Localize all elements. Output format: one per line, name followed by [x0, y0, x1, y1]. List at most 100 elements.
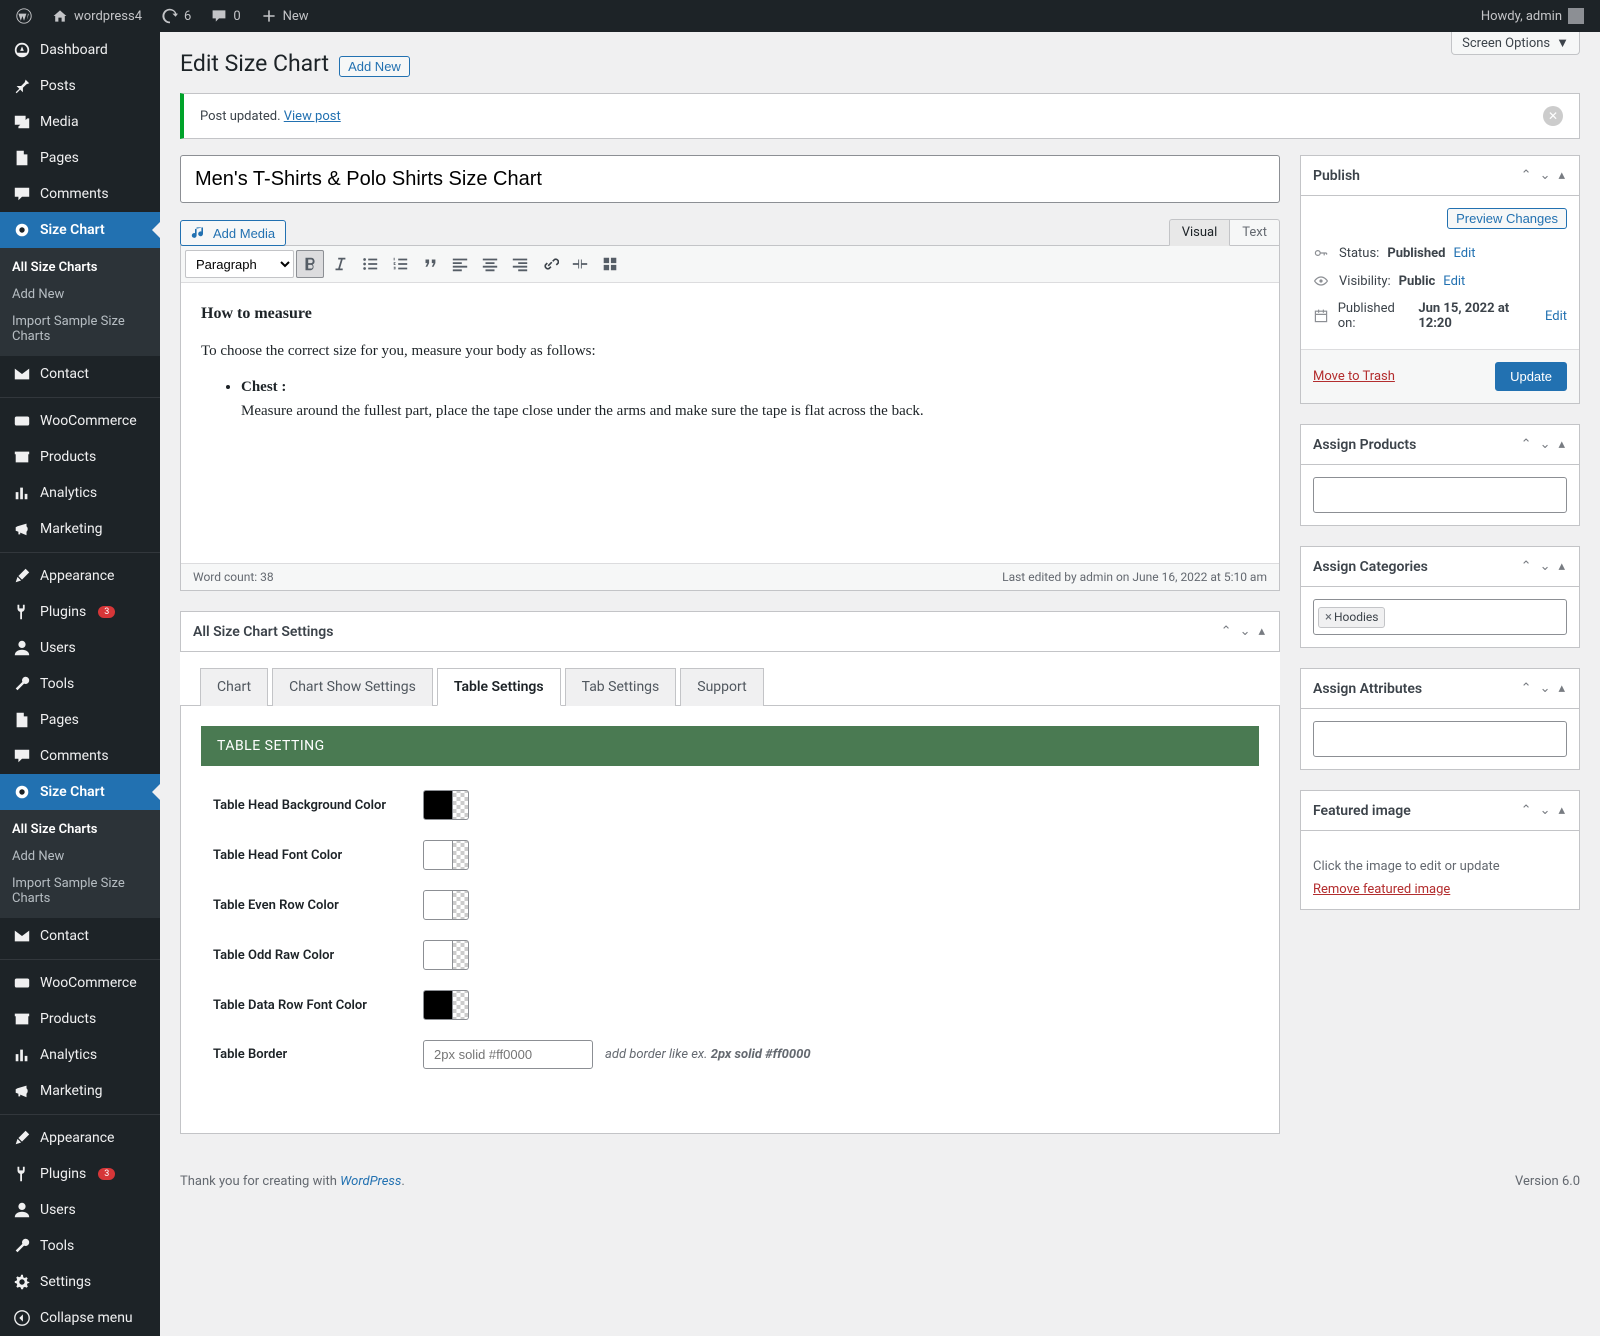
featured-image-thumbnail[interactable] [1313, 843, 1567, 851]
chevron-up-icon[interactable]: ⌃ [1519, 679, 1534, 698]
remove-token-button[interactable]: × [1325, 610, 1332, 625]
chevron-down-icon[interactable]: ⌄ [1538, 166, 1553, 185]
screen-options-toggle[interactable]: Screen Options ▼ [1451, 32, 1580, 55]
sidebar-item-plugins[interactable]: Plugins3 [0, 594, 160, 630]
tab-visual[interactable]: Visual [1169, 219, 1231, 246]
categories-input[interactable]: ×Hoodies [1313, 599, 1567, 635]
sidebar-item-analytics[interactable]: Analytics [0, 1037, 160, 1073]
sidebar-item-comments[interactable]: Comments [0, 176, 160, 212]
bulleted-list-button[interactable] [356, 250, 384, 278]
caret-up-icon[interactable]: ▴ [1256, 622, 1267, 641]
sidebar-item-plugins[interactable]: Plugins3 [0, 1156, 160, 1192]
bold-button[interactable] [296, 250, 324, 278]
tab-support[interactable]: Support [680, 668, 763, 706]
add-media-button[interactable]: Add Media [180, 220, 286, 246]
chevron-down-icon[interactable]: ⌄ [1538, 557, 1553, 576]
sidebar-item-products[interactable]: Products [0, 1001, 160, 1037]
caret-up-icon[interactable]: ▴ [1556, 679, 1567, 698]
sidebar-item-pages[interactable]: Pages [0, 140, 160, 176]
chevron-down-icon[interactable]: ⌄ [1538, 435, 1553, 454]
link-button[interactable] [536, 250, 564, 278]
products-input[interactable] [1313, 477, 1567, 513]
submenu-item-all-size-charts[interactable]: All Size Charts [0, 816, 160, 843]
sidebar-item-size-chart[interactable]: Size Chart [0, 212, 160, 248]
updates[interactable]: 6 [154, 0, 199, 32]
sidebar-item-analytics[interactable]: Analytics [0, 475, 160, 511]
site-name[interactable]: wordpress4 [44, 0, 150, 32]
submenu-item-import-sample-size-charts[interactable]: Import Sample Size Charts [0, 308, 160, 350]
caret-up-icon[interactable]: ▴ [1556, 435, 1567, 454]
color-picker[interactable] [423, 840, 469, 870]
numbered-list-button[interactable] [386, 250, 414, 278]
sidebar-item-pages[interactable]: Pages [0, 702, 160, 738]
edit-date-link[interactable]: Edit [1545, 309, 1567, 324]
sidebar-item-comments[interactable]: Comments [0, 738, 160, 774]
new-content[interactable]: New [253, 0, 317, 32]
edit-visibility-link[interactable]: Edit [1443, 274, 1465, 289]
sidebar-item-appearance[interactable]: Appearance [0, 1120, 160, 1156]
color-picker[interactable] [423, 890, 469, 920]
tab-tab-settings[interactable]: Tab Settings [565, 668, 677, 706]
submenu-item-add-new[interactable]: Add New [0, 281, 160, 308]
add-new-button[interactable]: Add New [339, 56, 410, 77]
chevron-up-icon[interactable]: ⌃ [1519, 435, 1534, 454]
align-left-button[interactable] [446, 250, 474, 278]
move-to-trash-link[interactable]: Move to Trash [1313, 369, 1395, 384]
sidebar-item-tools[interactable]: Tools [0, 1228, 160, 1264]
caret-up-icon[interactable]: ▴ [1556, 557, 1567, 576]
sidebar-item-appearance[interactable]: Appearance [0, 558, 160, 594]
sidebar-item-posts[interactable]: Posts [0, 68, 160, 104]
sidebar-item-collapse-menu[interactable]: Collapse menu [0, 1300, 160, 1336]
italic-button[interactable] [326, 250, 354, 278]
sidebar-item-settings[interactable]: Settings [0, 1264, 160, 1300]
account[interactable]: Howdy, admin [1473, 0, 1592, 32]
border-input[interactable] [423, 1040, 593, 1069]
edit-status-link[interactable]: Edit [1453, 246, 1475, 261]
chevron-up-icon[interactable]: ⌃ [1519, 801, 1534, 820]
update-button[interactable]: Update [1495, 362, 1567, 391]
sidebar-item-users[interactable]: Users [0, 1192, 160, 1228]
sidebar-item-media[interactable]: Media [0, 104, 160, 140]
sidebar-item-dashboard[interactable]: Dashboard [0, 32, 160, 68]
sidebar-item-woocommerce[interactable]: WooCommerce [0, 965, 160, 1001]
dismiss-notice-button[interactable]: ✕ [1543, 106, 1563, 126]
tab-chart-show-settings[interactable]: Chart Show Settings [272, 668, 433, 706]
chevron-up-icon[interactable]: ⌃ [1519, 557, 1534, 576]
chevron-up-icon[interactable]: ⌃ [1519, 166, 1534, 185]
chevron-down-icon[interactable]: ⌄ [1238, 622, 1253, 641]
sidebar-item-users[interactable]: Users [0, 630, 160, 666]
color-picker[interactable] [423, 940, 469, 970]
wordpress-link[interactable]: WordPress [340, 1174, 401, 1189]
chevron-up-icon[interactable]: ⌃ [1219, 622, 1234, 641]
attributes-input[interactable] [1313, 721, 1567, 757]
comments[interactable]: 0 [203, 0, 248, 32]
tab-text[interactable]: Text [1230, 219, 1280, 246]
color-picker[interactable] [423, 990, 469, 1020]
blockquote-button[interactable] [416, 250, 444, 278]
read-more-button[interactable] [566, 250, 594, 278]
align-right-button[interactable] [506, 250, 534, 278]
view-post-link[interactable]: View post [284, 109, 341, 124]
wp-logo[interactable] [8, 0, 40, 32]
color-picker[interactable] [423, 790, 469, 820]
chevron-down-icon[interactable]: ⌄ [1538, 801, 1553, 820]
sidebar-item-marketing[interactable]: Marketing [0, 511, 160, 547]
tab-table-settings[interactable]: Table Settings [437, 668, 561, 706]
sidebar-item-products[interactable]: Products [0, 439, 160, 475]
sidebar-item-tools[interactable]: Tools [0, 666, 160, 702]
preview-changes-button[interactable]: Preview Changes [1447, 208, 1567, 229]
post-title-input[interactable] [180, 155, 1280, 203]
submenu-item-import-sample-size-charts[interactable]: Import Sample Size Charts [0, 870, 160, 912]
toolbar-toggle-button[interactable] [596, 250, 624, 278]
editor-content[interactable]: How to measure To choose the correct siz… [181, 283, 1279, 563]
submenu-item-all-size-charts[interactable]: All Size Charts [0, 254, 160, 281]
submenu-item-add-new[interactable]: Add New [0, 843, 160, 870]
sidebar-item-contact[interactable]: Contact [0, 356, 160, 392]
sidebar-item-size-chart[interactable]: Size Chart [0, 774, 160, 810]
caret-up-icon[interactable]: ▴ [1556, 801, 1567, 820]
remove-featured-image-link[interactable]: Remove featured image [1313, 882, 1450, 897]
sidebar-item-marketing[interactable]: Marketing [0, 1073, 160, 1109]
align-center-button[interactable] [476, 250, 504, 278]
chevron-down-icon[interactable]: ⌄ [1538, 679, 1553, 698]
format-select[interactable]: Paragraph [185, 250, 294, 278]
